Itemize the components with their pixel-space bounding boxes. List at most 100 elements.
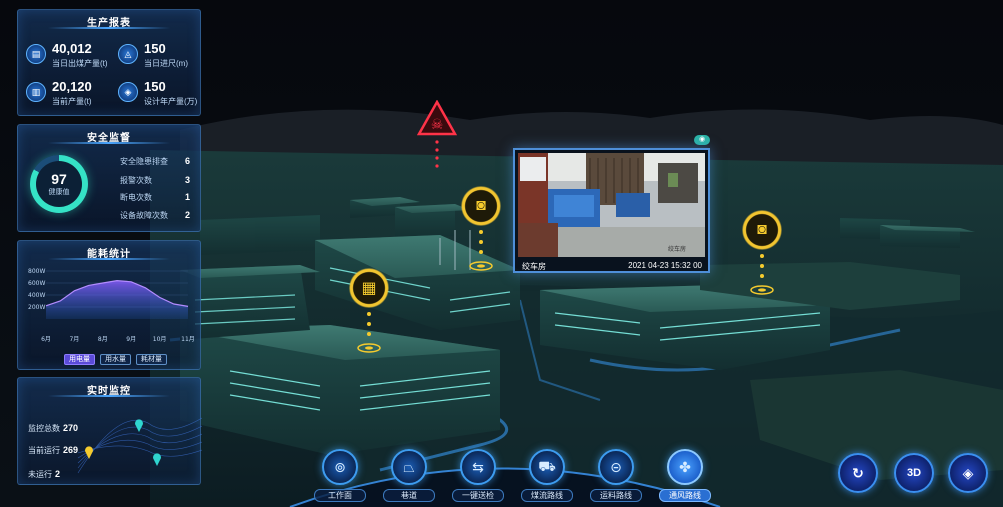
- monitor-row-label: 当前运行: [28, 446, 60, 455]
- y-tick-label: 200W: [28, 304, 45, 311]
- safety-row-value: 2: [184, 210, 190, 220]
- cctv-camera-icon: ◙: [757, 221, 767, 238]
- nav-tunnel[interactable]: ⏢ 巷道: [383, 449, 435, 504]
- realtime-monitor-panel: 实时监控 监控总数 270 当前运行 269 未运行 2: [17, 377, 202, 485]
- safety-row-label: 报警次数: [120, 176, 152, 185]
- tunnel-icon: ⏢: [391, 449, 427, 485]
- nav-one-click-inspect[interactable]: ⇆ 一键送检: [452, 449, 504, 504]
- layers-icon: ◈: [962, 464, 974, 481]
- camera-marker-2[interactable]: ◙: [742, 210, 782, 250]
- title-underline: [48, 142, 170, 144]
- nav-label: 通风路线: [659, 489, 711, 502]
- camera-feed-popup[interactable]: 绞车房 绞车房 2021 04-23 15:32 00: [513, 148, 710, 273]
- title-underline: [48, 27, 170, 29]
- stat-current-output: ▥ 20,120 当前产量(t): [26, 78, 118, 108]
- safety-row: 报警次数 3: [120, 175, 194, 189]
- camera-timestamp: 2021 04-23 15:32 00: [628, 261, 702, 270]
- camera-marker-1[interactable]: ◙: [461, 186, 501, 226]
- monitor-row: 当前运行 269: [28, 445, 78, 456]
- safety-row-label: 设备故障次数: [120, 211, 168, 220]
- marker-stem: [357, 312, 381, 353]
- stat-value: 20,120: [52, 79, 92, 94]
- nav-label: 工作面: [314, 489, 366, 502]
- health-label: 健康值: [48, 188, 70, 196]
- monitor-row: 未运行 2: [28, 469, 60, 480]
- safety-row-label: 安全隐患排查: [120, 157, 168, 166]
- workface-icon: ⊚: [322, 449, 358, 485]
- safety-row-value: 3: [184, 175, 190, 185]
- nav-coal-flow[interactable]: ⛟ 煤流路线: [521, 449, 573, 504]
- health-gauge: 97 健康值: [30, 155, 88, 213]
- conveyor-icon: ⊝: [598, 449, 634, 485]
- safety-row-value: 6: [184, 156, 190, 166]
- layers-button[interactable]: ◈: [948, 453, 988, 493]
- nav-ventilation-route[interactable]: ✤ 通风路线: [659, 449, 711, 504]
- danger-marker[interactable]: ☠: [417, 100, 457, 180]
- marker-stem: [469, 230, 493, 271]
- nav-label: 巷道: [383, 489, 435, 502]
- stat-label: 当前产量(t): [52, 97, 92, 106]
- y-tick-label: 400W: [28, 292, 45, 299]
- safety-row: 断电次数 1: [120, 192, 194, 206]
- monitor-row-value: 269: [63, 445, 79, 455]
- x-tick-label: 11月: [181, 336, 195, 343]
- series-area-power: [46, 280, 188, 319]
- energy-area-chart: 800W 600W 400W 200W 6月 7月 8月 9月 10月 11月: [28, 268, 195, 343]
- monitor-row-label: 监控总数: [28, 424, 60, 433]
- y-tick-label: 600W: [28, 280, 45, 287]
- nav-label: 运料路线: [590, 489, 642, 502]
- stat-label: 当日进尺(m): [144, 59, 188, 68]
- safety-row: 设备故障次数 2: [120, 210, 194, 224]
- safety-row-label: 断电次数: [120, 193, 152, 202]
- stat-value: 150: [144, 79, 166, 94]
- drill-icon: ◬: [118, 44, 138, 64]
- monitor-row-value: 270: [63, 423, 79, 433]
- camera-location: 绞车房: [522, 262, 546, 271]
- safety-row-value: 1: [184, 192, 190, 202]
- safety-monitor-panel: 安全监督 97 健康值 安全隐患排查 6 报警次数 3 断电次数 1 设备故障次…: [17, 124, 201, 232]
- skull-warning-icon: ☠: [431, 117, 444, 133]
- nav-material-route[interactable]: ⊝ 运料路线: [590, 449, 642, 504]
- stat-daily-coal: ▤ 40,012 当日出煤产量(t): [26, 40, 118, 70]
- x-tick-label: 8月: [98, 336, 108, 343]
- nav-workface[interactable]: ⊚ 工作面: [314, 449, 366, 504]
- legend-water[interactable]: 用水量: [100, 354, 131, 365]
- legend-material[interactable]: 耗材量: [136, 354, 167, 365]
- stat-label: 设计年产量(万): [144, 97, 198, 106]
- stat-daily-advance: ◬ 150 当日进尺(m): [118, 40, 210, 70]
- y-tick-label: 800W: [28, 268, 45, 275]
- monitor-row-label: 未运行: [28, 470, 52, 479]
- legend-power[interactable]: 用电量: [64, 354, 95, 365]
- 3d-label: 3D: [906, 467, 922, 479]
- x-tick-label: 9月: [126, 336, 136, 343]
- building-icon: ▦: [361, 280, 377, 297]
- nav-label: 煤流路线: [521, 489, 573, 502]
- monitor-row: 监控总数 270: [28, 423, 78, 434]
- camera-watermark: 绞车房: [668, 245, 686, 253]
- stat-value: 40,012: [52, 41, 92, 56]
- design-icon: ◈: [118, 82, 138, 102]
- x-tick-label: 10月: [153, 336, 167, 343]
- refresh-button[interactable]: ↻: [838, 453, 878, 493]
- nav-label: 一键送检: [452, 489, 504, 502]
- cart-icon: ⛟: [529, 449, 565, 485]
- coal-icon: ▤: [26, 44, 46, 64]
- stat-design-annual: ◈ 150 设计年产量(万): [118, 78, 210, 108]
- stat-label: 当日出煤产量(t): [52, 59, 108, 68]
- safety-row: 安全隐患排查 6: [120, 156, 194, 170]
- stat-value: 150: [144, 41, 166, 56]
- monitor-row-value: 2: [55, 469, 61, 479]
- fan-icon: ✤: [667, 449, 703, 485]
- 3d-view-button[interactable]: 3D: [894, 453, 934, 493]
- x-tick-label: 6月: [41, 336, 51, 343]
- marker-stem: [750, 254, 774, 295]
- cctv-camera-icon: ◙: [476, 197, 486, 214]
- building-marker[interactable]: ▦: [349, 268, 389, 308]
- camera-feed-image: 绞车房: [518, 153, 705, 257]
- health-value: 97: [51, 170, 67, 187]
- production-report-panel: 生产报表 ▤ 40,012 当日出煤产量(t) ◬ 150 当日进尺(m) ▥ …: [17, 9, 201, 116]
- rotate-icon: ↻: [852, 464, 864, 481]
- output-icon: ▥: [26, 82, 46, 102]
- x-tick-label: 7月: [69, 336, 79, 343]
- camera-popup-close-icon[interactable]: ◉: [694, 135, 710, 145]
